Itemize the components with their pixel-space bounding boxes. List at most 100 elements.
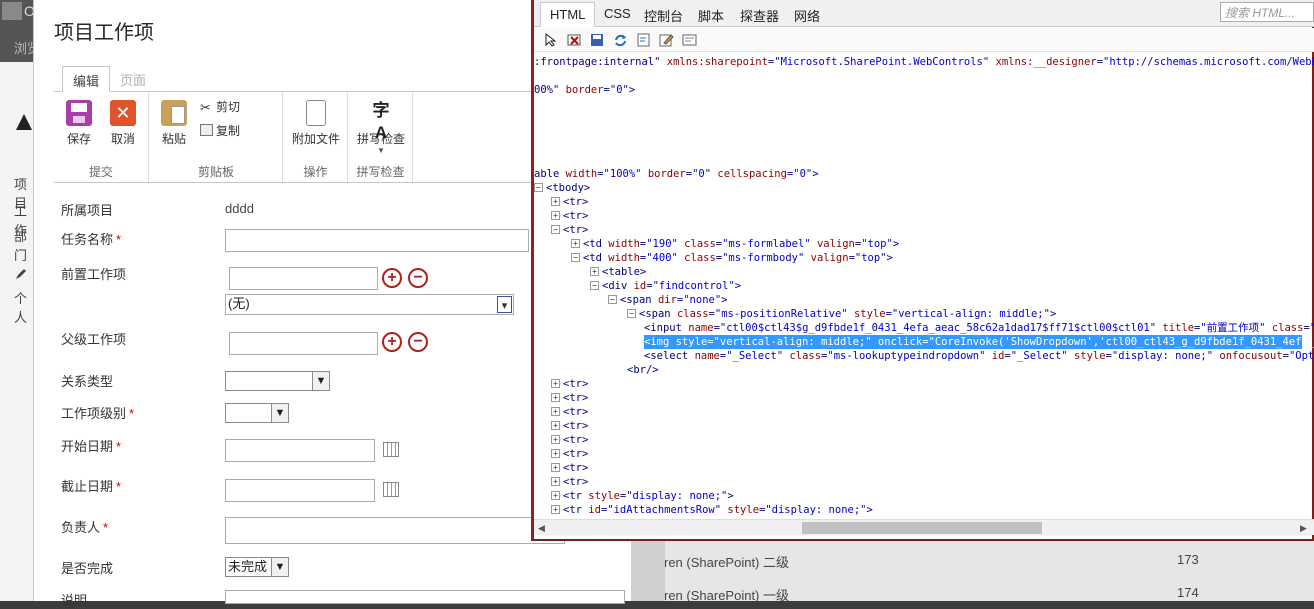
source-line[interactable]: <tbody> bbox=[546, 181, 590, 195]
source-line[interactable]: <tr style="display: none;"> bbox=[563, 489, 734, 503]
source-line[interactable]: :frontpage:internal" xmlns:sharepoint="M… bbox=[534, 55, 1314, 69]
left-nav-item[interactable]: 个人 bbox=[14, 288, 34, 326]
expand-node-icon[interactable]: + bbox=[590, 267, 599, 276]
expand-node-icon[interactable]: + bbox=[551, 197, 560, 206]
start-date-input[interactable] bbox=[225, 439, 375, 462]
remove-circle-icon[interactable]: − bbox=[408, 332, 428, 352]
add-circle-icon[interactable]: + bbox=[382, 268, 402, 288]
source-line[interactable]: <tr> bbox=[563, 391, 588, 405]
source-line[interactable]: <tr> bbox=[563, 433, 588, 447]
source-line[interactable]: <tr id="idAttachmentsRow" style="display… bbox=[563, 503, 873, 517]
save-button[interactable]: 保存 bbox=[57, 100, 101, 147]
add-circle-icon[interactable]: + bbox=[382, 332, 402, 352]
copy-button[interactable]: 复制 bbox=[200, 122, 240, 139]
collapse-node-icon[interactable]: − bbox=[608, 295, 617, 304]
edit-html-icon[interactable] bbox=[659, 33, 674, 47]
save-html-icon[interactable] bbox=[590, 33, 605, 47]
select-element-icon[interactable] bbox=[544, 33, 559, 47]
devtools-tab-profiler[interactable]: 探查器 bbox=[740, 6, 779, 25]
devtools-search-input[interactable]: 搜索 HTML... bbox=[1220, 2, 1314, 22]
attach-file-button[interactable]: 附加文件 bbox=[287, 100, 345, 147]
relation-type-select[interactable]: ▼ bbox=[225, 371, 330, 391]
horizontal-scrollbar[interactable]: ◀ ▶ bbox=[534, 519, 1314, 535]
source-token: "ms-positionRelative" bbox=[714, 308, 848, 320]
source-line[interactable]: <tr> bbox=[563, 223, 588, 237]
devtools-tab-script[interactable]: 脚本 bbox=[698, 6, 724, 25]
scroll-right-icon[interactable]: ▶ bbox=[1300, 523, 1307, 534]
source-line[interactable]: <tr> bbox=[563, 447, 588, 461]
ribbon-tab-page[interactable]: 页面 bbox=[110, 66, 156, 92]
devtools-tab-css[interactable]: CSS bbox=[604, 6, 631, 21]
owner-input[interactable] bbox=[225, 517, 565, 544]
expand-node-icon[interactable]: + bbox=[551, 463, 560, 472]
word-wrap-icon[interactable] bbox=[636, 33, 651, 47]
collapse-node-icon[interactable]: − bbox=[627, 309, 636, 318]
cancel-button[interactable]: ✕ 取消 bbox=[101, 100, 145, 147]
source-line[interactable]: <tr> bbox=[563, 475, 588, 489]
calendar-icon[interactable] bbox=[383, 442, 399, 457]
source-line[interactable]: <img style="vertical-align: middle;" onc… bbox=[644, 335, 1314, 349]
refresh-icon[interactable] bbox=[613, 33, 628, 47]
expand-node-icon[interactable]: + bbox=[551, 393, 560, 402]
list-item-text[interactable]: ren (SharePoint) 二级 bbox=[664, 552, 789, 571]
source-line[interactable]: <td width="400" class="ms-formbody" vali… bbox=[583, 251, 893, 265]
expand-node-icon[interactable]: + bbox=[551, 379, 560, 388]
edit-pencil-icon[interactable] bbox=[14, 267, 28, 281]
source-line[interactable]: <br/> bbox=[627, 363, 659, 377]
collapse-node-icon[interactable]: − bbox=[590, 281, 599, 290]
chevron-down-icon[interactable]: ▾ bbox=[497, 296, 512, 313]
expand-node-icon[interactable]: + bbox=[551, 449, 560, 458]
devtools-tab-html[interactable]: HTML bbox=[540, 2, 596, 27]
source-line[interactable]: <tr> bbox=[563, 405, 588, 419]
source-line[interactable]: <tr> bbox=[563, 377, 588, 391]
source-line[interactable]: <input name="ctl00$ctl43$g_d9fbde1f_0431… bbox=[644, 321, 1314, 335]
task-name-input[interactable] bbox=[225, 229, 529, 252]
parent-input[interactable] bbox=[229, 332, 378, 355]
source-line[interactable]: <tr> bbox=[563, 209, 588, 223]
source-line[interactable]: <tr> bbox=[563, 419, 588, 433]
source-line[interactable]: <table> bbox=[602, 265, 646, 279]
source-line[interactable]: <span class="ms-positionRelative" style=… bbox=[639, 307, 1056, 321]
collapse-node-icon[interactable]: − bbox=[571, 253, 580, 262]
source-token: <tbody> bbox=[546, 182, 591, 194]
cut-button[interactable]: ✂ 剪切 bbox=[200, 98, 240, 115]
source-line[interactable]: <select name="_Select" class="ms-lookupt… bbox=[644, 349, 1314, 363]
expand-node-icon[interactable]: + bbox=[551, 421, 560, 430]
source-line[interactable]: <span dir="none"> bbox=[620, 293, 728, 307]
left-nav-item[interactable]: 部门 bbox=[14, 226, 34, 264]
source-line[interactable]: <td width="190" class="ms-formlabel" val… bbox=[583, 237, 899, 251]
level-select[interactable]: ▼ bbox=[225, 403, 289, 423]
expand-node-icon[interactable]: + bbox=[571, 239, 580, 248]
expand-node-icon[interactable]: + bbox=[551, 435, 560, 444]
description-input[interactable] bbox=[225, 590, 625, 604]
source-line[interactable]: <div id="findcontrol"> bbox=[602, 279, 741, 293]
expand-node-icon[interactable]: + bbox=[551, 477, 560, 486]
calendar-icon[interactable] bbox=[383, 482, 399, 497]
scroll-left-icon[interactable]: ◀ bbox=[538, 523, 545, 534]
devtools-tab-network[interactable]: 网络 bbox=[794, 6, 820, 25]
html-source-tree[interactable]: :frontpage:internal" xmlns:sharepoint="M… bbox=[534, 52, 1314, 518]
list-item-text[interactable]: ren (SharePoint) 一级 bbox=[664, 585, 789, 604]
scrollbar-thumb[interactable] bbox=[802, 522, 1042, 534]
source-line[interactable]: able width="100%" border="0" cellspacing… bbox=[534, 167, 819, 181]
predecessor-input[interactable] bbox=[229, 267, 378, 290]
paste-button[interactable]: 粘贴 bbox=[152, 100, 196, 147]
end-date-input[interactable] bbox=[225, 479, 375, 502]
ribbon-tab-edit[interactable]: 编辑 bbox=[62, 66, 111, 92]
clear-outline-icon[interactable] bbox=[567, 33, 582, 47]
devtools-tab-console[interactable]: 控制台 bbox=[644, 6, 683, 25]
done-select[interactable]: 未完成 ▼ bbox=[225, 557, 289, 577]
collapse-node-icon[interactable]: − bbox=[551, 225, 560, 234]
expand-node-icon[interactable]: + bbox=[551, 491, 560, 500]
source-line[interactable]: <tr> bbox=[563, 461, 588, 475]
spellcheck-button[interactable]: 字A 拼写检查 ▼ bbox=[352, 100, 410, 155]
dom-view-icon[interactable] bbox=[682, 33, 697, 47]
source-line[interactable]: 00%" border="0"> bbox=[534, 83, 635, 97]
expand-node-icon[interactable]: + bbox=[551, 407, 560, 416]
source-line[interactable]: <tr> bbox=[563, 195, 588, 209]
remove-circle-icon[interactable]: − bbox=[408, 268, 428, 288]
predecessor-select[interactable]: (无) ▾ bbox=[225, 294, 514, 315]
collapse-node-icon[interactable]: − bbox=[534, 183, 543, 192]
expand-node-icon[interactable]: + bbox=[551, 505, 560, 514]
expand-node-icon[interactable]: + bbox=[551, 211, 560, 220]
